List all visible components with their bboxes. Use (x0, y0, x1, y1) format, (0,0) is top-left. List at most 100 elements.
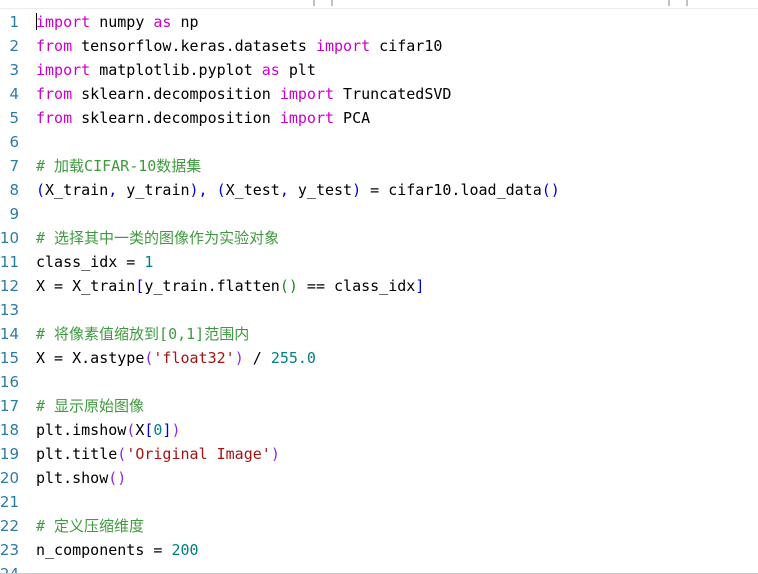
code-line-content[interactable]: # 加载CIFAR-10数据集 (36, 154, 201, 178)
line-number: 21 (0, 493, 19, 511)
code-line[interactable]: 4 from sklearn.decomposition import Trunc… (0, 82, 758, 106)
code-token: , (108, 181, 118, 199)
code-line[interactable]: 9 (0, 202, 758, 226)
ruler-tick (686, 0, 688, 6)
code-token: 1 (144, 253, 154, 271)
code-editor[interactable]: 1 import numpy as np 2 from tensorflow.kera… (0, 0, 758, 574)
line-number: 19 (0, 445, 19, 463)
line-number: 3 (9, 61, 19, 79)
code-token: as (153, 13, 172, 31)
code-line[interactable]: 19 plt.title('Original Image') (0, 442, 758, 466)
code-line-content[interactable]: plt.title('Original Image') (36, 442, 280, 466)
code-token: from (36, 37, 73, 55)
code-token: y_train.flatten (144, 277, 280, 295)
code-token: import (36, 61, 91, 79)
code-line[interactable]: 14 # 将像素值缩放到[0,1]范围内 (0, 322, 758, 346)
code-token: ( (117, 445, 127, 463)
code-token: plt.title (36, 445, 118, 463)
code-token: () (108, 469, 127, 487)
code-line-content[interactable]: # 显示原始图像 (36, 394, 144, 418)
code-line[interactable]: 1 import numpy as np (0, 10, 758, 34)
code-line-content[interactable]: plt.show() (36, 466, 126, 490)
line-number: 6 (9, 133, 19, 151)
ruler-tick (668, 0, 670, 6)
code-line-content[interactable]: plt.imshow(X[0]) (36, 418, 181, 442)
code-token: ( (36, 181, 46, 199)
code-token: plt (279, 61, 316, 79)
line-number: 18 (0, 421, 19, 439)
code-line-content[interactable]: (X_train, y_train), (X_test, y_test) = c… (36, 178, 560, 202)
code-token: ) (171, 421, 181, 439)
code-token: == class_idx (297, 277, 416, 295)
code-token: import (279, 109, 335, 127)
code-line-content[interactable]: X = X_train[y_train.flatten() == class_i… (36, 274, 424, 298)
code-token: np (171, 13, 199, 31)
code-line[interactable]: 12 X = X_train[y_train.flatten() == class… (0, 274, 758, 298)
code-line-content[interactable]: import numpy as np (36, 10, 199, 34)
code-line-content[interactable]: # 将像素值缩放到[0,1]范围内 (36, 322, 249, 346)
line-number: 1 (9, 13, 19, 31)
code-line[interactable]: 17 # 显示原始图像 (0, 394, 758, 418)
code-line[interactable]: 22 # 定义压缩维度 (0, 514, 758, 538)
code-line[interactable]: 2 from tensorflow.keras.datasets import c… (0, 34, 758, 58)
code-line[interactable]: 11 class_idx = 1 (0, 250, 758, 274)
code-line[interactable]: 8 (X_train, y_train), (X_test, y_test) = … (0, 178, 758, 202)
code-line[interactable]: 16 (0, 370, 758, 394)
code-token: 'float32' (153, 349, 235, 367)
line-number: 10 (0, 229, 19, 247)
code-line-content[interactable]: from sklearn.decomposition import PCA (36, 106, 370, 130)
code-token: , (279, 181, 289, 199)
code-line[interactable]: 18 plt.imshow(X[0]) (0, 418, 758, 442)
code-line[interactable]: 3 import matplotlib.pyplot as plt (0, 58, 758, 82)
code-line[interactable]: 20 plt.show() (0, 466, 758, 490)
code-token: sklearn.decomposition (72, 109, 280, 127)
code-text-area[interactable]: 1 import numpy as np 2 from tensorflow.kera… (0, 10, 758, 573)
code-line-content[interactable]: # 选择其中一类的图像作为实验对象 (36, 226, 279, 250)
code-token: cifar10 (370, 37, 443, 55)
code-token: n_components = (36, 541, 172, 559)
code-line[interactable]: 21 (0, 490, 758, 514)
code-token: ( (126, 421, 136, 439)
code-token: ), (189, 181, 208, 199)
code-token: ) (270, 445, 280, 463)
code-token: () (541, 181, 560, 199)
code-line[interactable]: 5 from sklearn.decomposition import PCA (0, 106, 758, 130)
editor-top-strip (0, 0, 758, 9)
code-line[interactable]: 13 (0, 298, 758, 322)
line-number: 12 (0, 277, 19, 295)
code-line[interactable]: 24 (0, 562, 758, 573)
code-line[interactable]: 6 (0, 130, 758, 154)
code-token: # 定义压缩维度 (36, 517, 145, 535)
line-number: 7 (9, 157, 19, 175)
code-line-content[interactable]: n_components = 200 (36, 538, 199, 562)
code-token: ] (415, 277, 425, 295)
line-number: 8 (9, 181, 19, 199)
code-line-content[interactable]: class_idx = 1 (36, 250, 153, 274)
code-token: ) (352, 181, 362, 199)
line-number: 9 (9, 205, 19, 223)
code-line-content[interactable]: X = X.astype('float32') / 255.0 (36, 346, 316, 370)
line-number: 11 (0, 253, 19, 271)
line-number: 2 (9, 37, 19, 55)
code-line[interactable]: 23 n_components = 200 (0, 538, 758, 562)
line-number: 4 (9, 85, 19, 103)
code-token: from (36, 85, 73, 103)
code-token: # 显示原始图像 (36, 397, 145, 415)
code-token: 'Original Image' (126, 445, 271, 463)
line-number: 24 (0, 562, 19, 573)
code-token: as (261, 61, 280, 79)
code-line[interactable]: 10 # 选择其中一类的图像作为实验对象 (0, 226, 758, 250)
code-line-content[interactable]: from sklearn.decomposition import Trunca… (36, 82, 451, 106)
code-line[interactable]: 15 X = X.astype('float32') / 255.0 (0, 346, 758, 370)
code-token: ) (234, 349, 244, 367)
code-line-content[interactable]: # 定义压缩维度 (36, 514, 144, 538)
code-token: 255.0 (270, 349, 316, 367)
code-token: TruncatedSVD (334, 85, 452, 103)
code-token: 200 (171, 541, 199, 559)
code-token: numpy (90, 13, 154, 31)
code-line[interactable]: 7 # 加载CIFAR-10数据集 (0, 154, 758, 178)
line-number: 20 (0, 469, 19, 487)
code-line-content[interactable]: import matplotlib.pyplot as plt (36, 58, 316, 82)
code-line-content[interactable]: from tensorflow.keras.datasets import ci… (36, 34, 442, 58)
